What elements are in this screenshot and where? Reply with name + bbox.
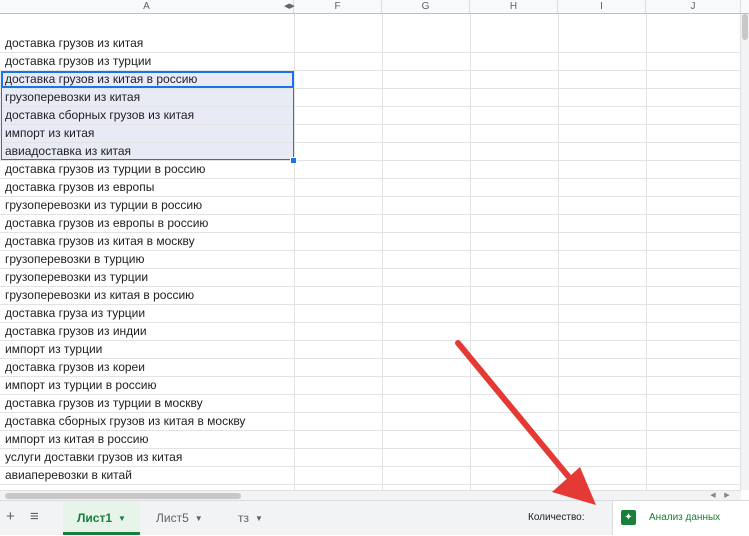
tab-tz-label: тз [238, 511, 249, 525]
table-row: грузоперевозки из турции в россию [0, 197, 741, 215]
table-row: доставка грузов из кореи [0, 359, 741, 377]
horizontal-scrollbar-thumb[interactable] [5, 493, 241, 499]
table-row: доставка грузов из турции в россию [0, 161, 741, 179]
tab-tz[interactable]: тз ▼ [224, 501, 280, 535]
column-header-g-label: G [421, 1, 430, 12]
tab-sheet5[interactable]: Лист5 ▼ [143, 501, 221, 535]
table-row: доставка груза из турции [0, 305, 741, 323]
cell-a[interactable]: доставка грузов из европы в россию [0, 215, 294, 232]
cell-a[interactable]: грузоперевозки из китая в россию [0, 287, 294, 304]
cell-a[interactable]: доставка грузов из турции в москву [0, 395, 294, 412]
table-row: доставка грузов из индии [0, 323, 741, 341]
column-header-h-label: H [509, 1, 518, 12]
table-row: доставка грузов из турции [0, 53, 741, 71]
table-row: услуги доставки грузов из китая [0, 449, 741, 467]
cell-a[interactable]: грузоперевозки из турции [0, 269, 294, 286]
explore-label: Анализ данных [649, 512, 721, 523]
cell-a[interactable]: доставка сборных грузов из китая в москв… [0, 413, 294, 430]
column-header-bar: A ◀▶ F G H I J [0, 0, 749, 14]
column-header-a[interactable]: A [0, 0, 294, 13]
column-header-j[interactable]: J [646, 0, 741, 13]
cell-a[interactable]: доставка грузов из турции [0, 53, 294, 70]
cell-a[interactable]: доставка грузов из индии [0, 323, 294, 340]
selection-count-label[interactable]: Количество: [528, 501, 584, 535]
cell-a[interactable]: доставка грузов из китая в россию [0, 71, 294, 88]
table-row: доставка сборных грузов из китая в москв… [0, 413, 741, 431]
vertical-scrollbar-thumb[interactable] [742, 14, 748, 40]
chevron-down-icon[interactable]: ▼ [195, 514, 203, 523]
cell-a[interactable]: авиадоставка из китая [0, 143, 294, 160]
table-row: импорт из турции [0, 341, 741, 359]
table-row: грузоперевозки из китая [0, 89, 741, 107]
table-row: импорт из китая в россию [0, 431, 741, 449]
cell-a[interactable]: грузоперевозки из турции в россию [0, 197, 294, 214]
chevron-down-icon[interactable]: ▼ [255, 514, 263, 523]
cell-a[interactable]: авиаперевозки в китай [0, 467, 294, 484]
table-row: доставка сборных грузов из китая [0, 107, 741, 125]
table-row: авиаперевозки в китай [0, 467, 741, 485]
cell-a[interactable]: грузоперевозки из китая [0, 89, 294, 106]
cell-a[interactable]: доставка грузов из китая в москву [0, 233, 294, 250]
column-header-f-label: F [334, 1, 341, 12]
chevron-down-icon[interactable]: ▼ [118, 514, 126, 523]
table-row: импорт из турции в россию [0, 377, 741, 395]
explore-button[interactable]: ✦ Анализ данных [612, 501, 749, 535]
table-row: доставка грузов из европы в россию [0, 215, 741, 233]
cell-a[interactable]: доставка сборных грузов из китая [0, 107, 294, 124]
cell-a[interactable]: импорт из турции [0, 341, 294, 358]
cell-a[interactable]: доставка груза из турции [0, 305, 294, 322]
tab-sheet1-label: Лист1 [77, 511, 113, 525]
cell-a[interactable]: доставка грузов из китая [0, 35, 294, 52]
column-header-h[interactable]: H [470, 0, 558, 13]
scroll-right-icon[interactable]: ▶ [722, 492, 732, 500]
cell-a[interactable]: доставка грузов из турции в россию [0, 161, 294, 178]
cell-a[interactable]: доставка грузов из кореи [0, 359, 294, 376]
table-row: доставка грузов из китая в россию [0, 71, 741, 89]
column-header-i[interactable]: I [558, 0, 646, 13]
all-sheets-icon[interactable]: ≡ [30, 509, 39, 525]
cell-a[interactable]: импорт из китая [0, 125, 294, 142]
fill-handle[interactable] [290, 157, 297, 164]
cell-a[interactable]: доставка грузов из европы [0, 179, 294, 196]
cell-grid[interactable]: доставка грузов из китая доставка грузов … [0, 14, 741, 490]
column-header-f[interactable]: F [294, 0, 382, 13]
table-row: грузоперевозки из турции [0, 269, 741, 287]
table-row: импорт из китая [0, 125, 741, 143]
table-row: доставка грузов из китая в москву [0, 233, 741, 251]
table-row: доставка грузов из турции в москву [0, 395, 741, 413]
table-row: авиадоставка из китая [0, 143, 741, 161]
column-header-j-label: J [690, 1, 696, 12]
explore-icon: ✦ [621, 510, 636, 525]
table-row: грузоперевозки из китая в россию [0, 287, 741, 305]
tab-sheet5-label: Лист5 [156, 511, 189, 525]
sheet-tab-bar: + ≡ Лист1 ▼ Лист5 ▼ тз ▼ Количество: ✦ Анал… [0, 500, 749, 535]
table-row: доставка грузов из китая [0, 35, 741, 53]
column-header-a-label: A [143, 1, 150, 12]
tab-sheet1[interactable]: Лист1 ▼ [63, 501, 140, 535]
scroll-left-icon[interactable]: ◀ [708, 492, 718, 500]
table-row: грузоперевозки в турцию [0, 251, 741, 269]
cell-a[interactable]: импорт из китая в россию [0, 431, 294, 448]
cell-a[interactable]: импорт из турции в россию [0, 377, 294, 394]
cell-a[interactable]: услуги доставки грузов из китая [0, 449, 294, 466]
column-header-g[interactable]: G [382, 0, 470, 13]
add-sheet-icon[interactable]: + [6, 509, 15, 525]
vertical-scrollbar[interactable] [740, 14, 749, 490]
cell-a[interactable]: грузоперевозки в турцию [0, 251, 294, 268]
table-row: доставка грузов из европы [0, 179, 741, 197]
column-header-i-label: I [600, 1, 603, 12]
